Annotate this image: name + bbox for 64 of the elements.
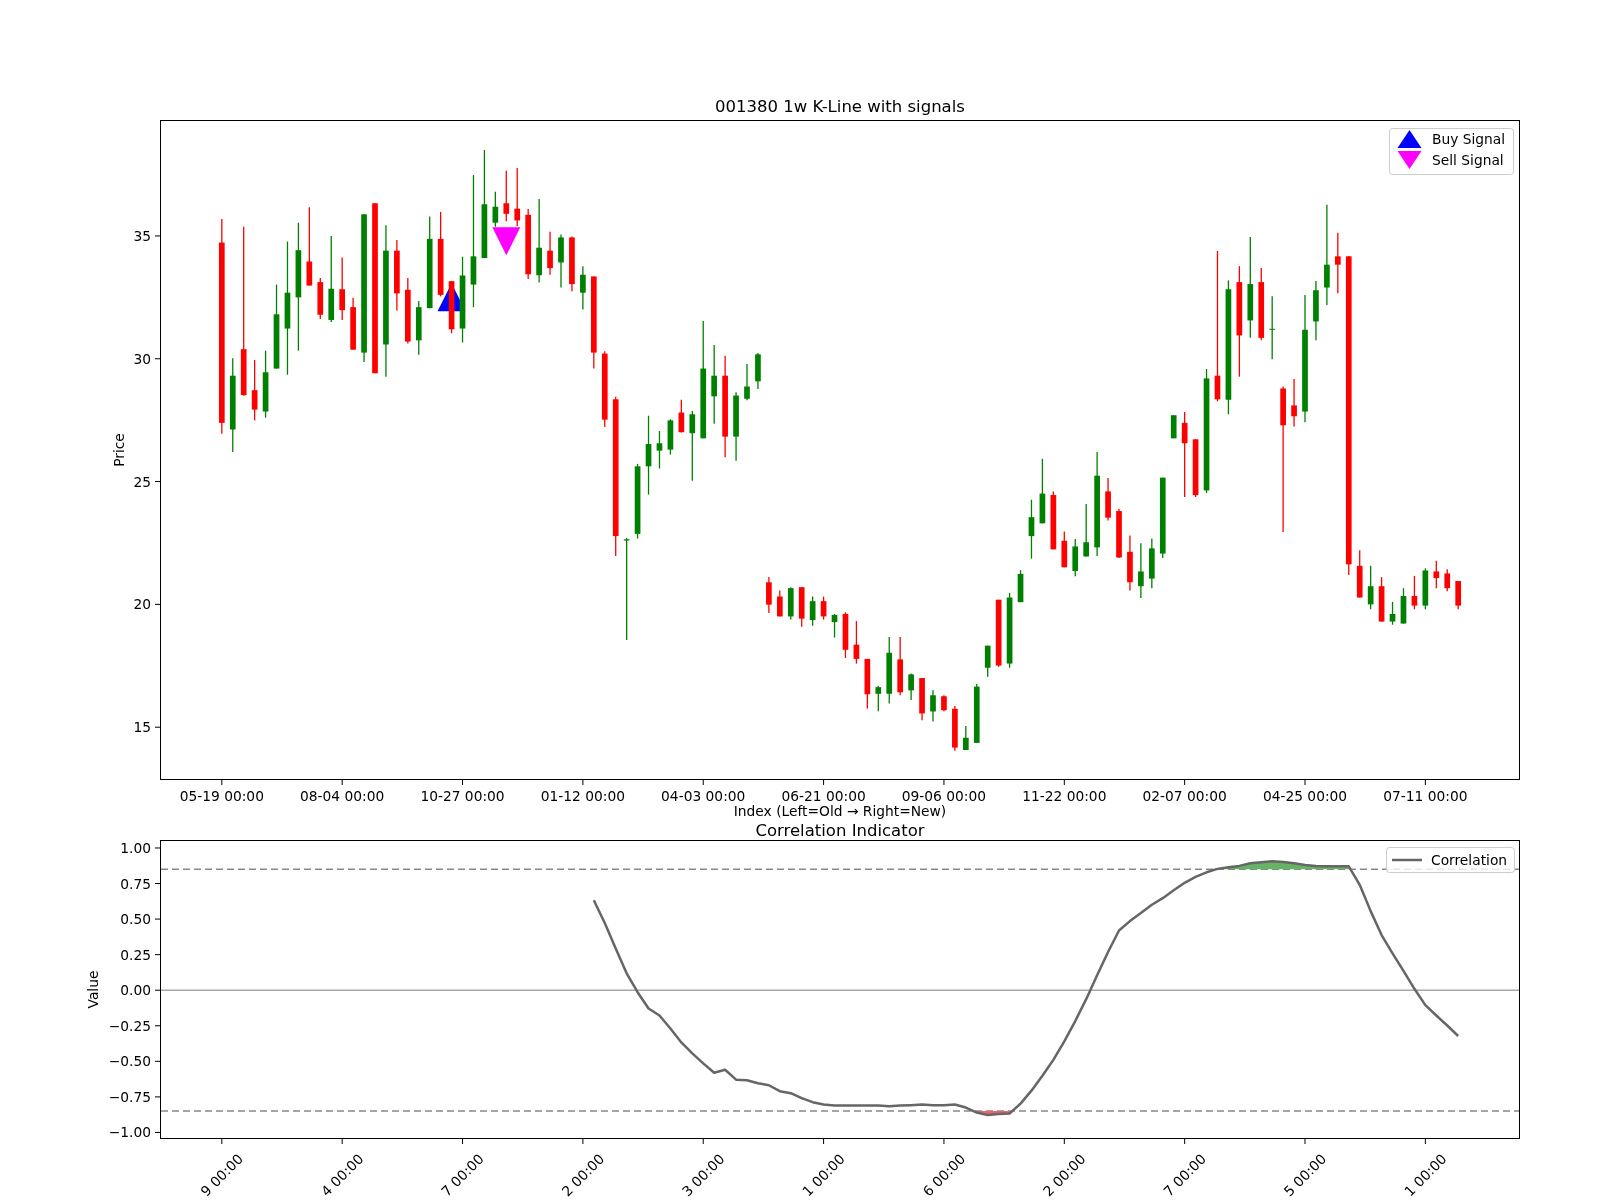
- candlestick: [1367, 565, 1374, 610]
- tick-label: 0.50: [120, 911, 151, 928]
- candlestick: [962, 725, 969, 751]
- candlestick: [1181, 411, 1188, 498]
- tick-label: 30: [133, 350, 151, 367]
- candlestick: [689, 410, 696, 482]
- candlestick: [1324, 204, 1330, 306]
- tick-label: −1.00: [108, 1124, 151, 1141]
- axis-label: Value: [85, 970, 101, 1009]
- tick-label: 01-12 00:00: [540, 788, 625, 804]
- candlestick: [514, 167, 521, 227]
- chart-title: 001380 1w K-Line with signals: [715, 96, 965, 116]
- candlestick: [1433, 560, 1440, 589]
- tick-label: 0.75: [120, 875, 151, 892]
- candlestick: [1083, 503, 1090, 558]
- tick-label: 04-03 00:00: [661, 788, 746, 804]
- candlestick: [1411, 575, 1418, 610]
- candlestick: [1444, 568, 1451, 593]
- candlestick: [1291, 378, 1297, 428]
- tick-label: 09-06 00:00: [901, 788, 987, 804]
- chart-title: Correlation Indicator: [755, 820, 925, 840]
- candlestick: [339, 256, 346, 321]
- tick-label: 06-21 00:00: [781, 788, 866, 804]
- candlestick: [984, 644, 991, 678]
- candlestick: [776, 589, 783, 618]
- tick-label: 25: [133, 473, 151, 490]
- tick-label: 04-25 00:00: [1262, 788, 1348, 804]
- axis-label: Index (Left=Old → Right=New): [733, 803, 947, 819]
- tick-label: 35: [133, 227, 151, 244]
- candlestick: [1334, 232, 1341, 294]
- candlestick: [908, 672, 914, 701]
- candlestick: [623, 537, 630, 641]
- tick-label: 11-22 00:00: [1022, 788, 1107, 804]
- candlestick: [744, 363, 750, 401]
- tick-label: 1.00: [120, 839, 151, 856]
- tick-label: −0.25: [108, 1017, 151, 1034]
- axis-label: Price: [111, 433, 127, 467]
- candlestick: [656, 430, 663, 470]
- candlestick: [503, 170, 510, 222]
- candlestick: [580, 265, 586, 311]
- candlestick: [766, 576, 772, 614]
- candlestick: [251, 359, 258, 422]
- candlestick: [547, 231, 553, 276]
- tick-label: 0.25: [120, 946, 151, 963]
- tick-label: 08-04 00:00: [300, 788, 385, 804]
- legend-label: Buy Signal: [1432, 131, 1506, 147]
- tick-label: 07-11 00:00: [1383, 788, 1468, 804]
- candlestick: [1269, 295, 1276, 360]
- tick-label: 10-27 00:00: [420, 788, 505, 804]
- candlestick: [711, 344, 718, 425]
- tick-label: −0.75: [108, 1088, 151, 1105]
- tick-label: 05-19 00:00: [179, 788, 264, 804]
- tick-label: 15: [133, 719, 151, 736]
- tick-label: 0.00: [120, 982, 151, 999]
- candlestick: [930, 689, 936, 723]
- legend-label: Sell Signal: [1432, 152, 1504, 168]
- legend-label: Correlation: [1431, 852, 1508, 868]
- candlestick: [1138, 542, 1144, 599]
- tick-label: −0.50: [108, 1053, 151, 1070]
- tick-label: 02-07 00:00: [1142, 788, 1227, 804]
- shaded-area: [976, 1111, 1010, 1116]
- candlestick: [875, 685, 882, 712]
- tick-label: 20: [133, 596, 151, 613]
- candlestick: [1389, 601, 1396, 626]
